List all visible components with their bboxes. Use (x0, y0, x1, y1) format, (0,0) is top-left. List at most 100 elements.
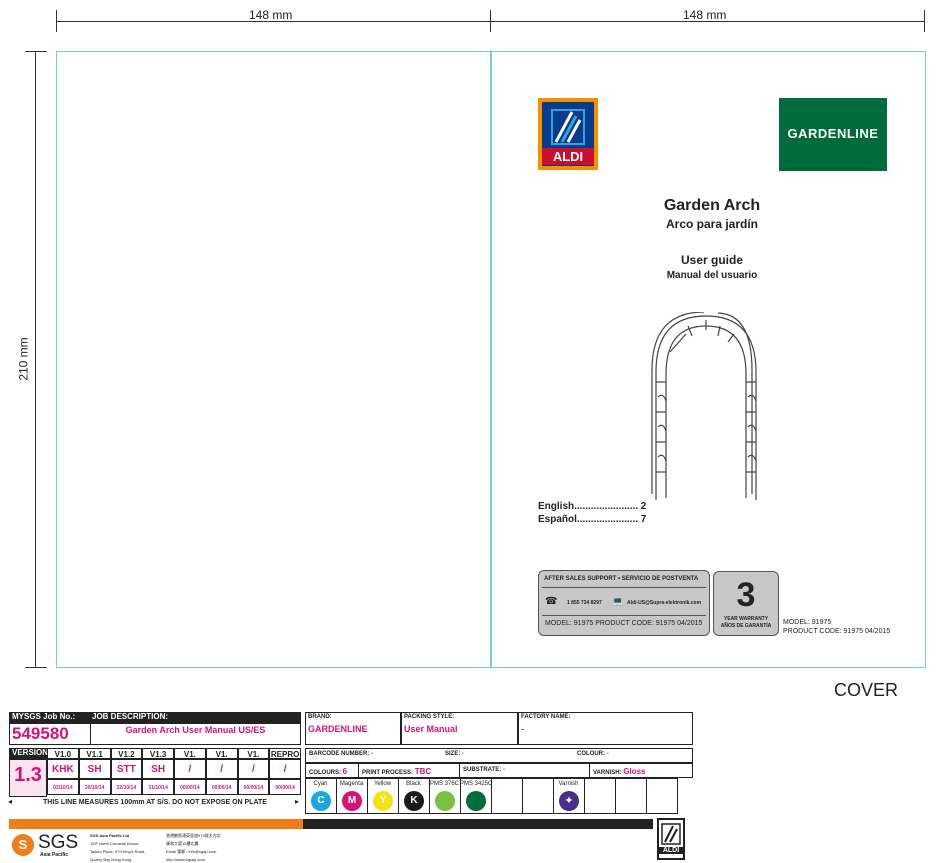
ink-name: Black (406, 781, 421, 787)
version-initials-text: SH (151, 764, 166, 775)
substrate-field: SUBSTRATE: - (463, 767, 505, 773)
toc-english[interactable]: English....................... 2 (538, 501, 646, 512)
version-initials: / (237, 759, 270, 779)
version-initials-text: STT (116, 764, 136, 775)
warranty-badge: 3 YEAR WARRANTY AÑOS DE GARANTÍA (713, 571, 779, 636)
version-date: 00/00/14 (205, 779, 238, 795)
version-initials: SH (142, 759, 174, 779)
barcode-field: BARCODE NUMBER: - (309, 751, 374, 757)
aldi-logo-text: ALDI (542, 148, 594, 165)
ink-swatch: Y (373, 791, 393, 811)
version-initials-text: / (188, 764, 192, 775)
version-initials: SH (78, 759, 111, 779)
packing-value: User Manual (404, 724, 458, 734)
support-email: Aldi-US@Supra-elektronik.com (627, 600, 702, 606)
version-initials-text: / (220, 764, 224, 775)
title-es: Arco para jardín (665, 217, 759, 231)
version-date: 22/10/14 (110, 779, 143, 795)
version-name: V1.3 (142, 748, 174, 759)
ink-swatch: C (311, 791, 331, 811)
colour-field: COLOUR: - (577, 751, 609, 757)
model-line: MODEL: 91975 (783, 619, 832, 626)
dimension-tick (25, 51, 47, 52)
version-date-text: 31/10/14 (148, 784, 168, 791)
ink-letter: K (410, 795, 418, 806)
guide-en: User guide (680, 253, 743, 267)
support-phone: 1 855 734 8297 (567, 600, 602, 606)
aldi-small-logo: ALDI (657, 818, 685, 860)
version-date-text: 00/00/14 (275, 784, 295, 791)
version-initials: / (174, 759, 206, 779)
job-no-value: 549580 (12, 724, 69, 743)
ink-name: PMS 3425C (460, 781, 493, 787)
version-initials-text: KHK (52, 764, 74, 775)
ink-cell (491, 778, 523, 814)
version-initials-text: SH (87, 764, 102, 775)
gardenline-logo: GARDENLINE (779, 98, 887, 171)
version-date-text: 00/00/14 (211, 784, 232, 791)
version-name: V1.2 (110, 748, 143, 759)
ink-cell (584, 778, 616, 814)
version-name: REPRO (269, 748, 301, 759)
version-name: V1.0 (47, 748, 79, 759)
ink-swatch: K (404, 791, 424, 811)
after-sales-support-box: AFTER SALES SUPPORT • SERVICIO DE POSTVE… (538, 570, 710, 636)
brand-label: BRAND: (308, 714, 332, 720)
toc-espanol[interactable]: Español...................... 7 (538, 514, 646, 525)
version-initials: / (205, 759, 238, 779)
version-date: 20/10/14 (78, 779, 111, 795)
version-initials: KHK (47, 759, 79, 779)
varnish-field: VARNISH: Gloss (593, 767, 646, 776)
version-date: 03/10/14 (47, 779, 79, 795)
warranty-en: YEAR WARRANTY (723, 616, 769, 622)
version-date: 31/10/14 (142, 779, 174, 795)
measure-arrow-right: ▸ (295, 797, 300, 806)
support-footer: MODEL: 91975 PRODUCT CODE: 91975 04/2015 (545, 620, 703, 627)
guide-es: Manual del usuario (666, 270, 758, 281)
version-initials: / (269, 759, 301, 779)
version-name-text: V1. (183, 749, 196, 759)
product-code-line: PRODUCT CODE: 91975 04/2015 (783, 628, 891, 635)
varnish-ink-name: Varnish (558, 781, 579, 787)
dimension-width-right: 148 mm (683, 8, 727, 22)
colours-field: COLOURS: 6 (309, 767, 348, 776)
version-date-text: 20/10/14 (84, 784, 105, 791)
ink-swatch (435, 791, 455, 811)
ink-letter: Y (379, 795, 387, 806)
ink-cell (615, 778, 647, 814)
measure-note: THIS LINE MEASURES 100mm AT S/S. DO NOT … (9, 799, 301, 806)
version-initials-text: / (251, 764, 255, 775)
ink-name: Yellow (373, 781, 392, 787)
colour-bar-orange (9, 819, 303, 829)
title-en: Garden Arch (663, 197, 761, 214)
sparkle-icon: ✦ (564, 795, 574, 807)
sgs-logo-icon: S (12, 834, 34, 856)
sgs-chinese-line: 香港鰂魚涌英皇道979號太古坊 (166, 833, 221, 838)
print-process-field: PRINT PROCESS: TBC (362, 767, 432, 776)
version-date-text: 00/00/14 (243, 784, 264, 791)
sgs-sub: Asia Pacific (40, 852, 69, 858)
sgs-address-line: 15/F North Cornwall House, (90, 841, 140, 846)
version-name: V1. (174, 748, 206, 759)
sgs-address-line: Taikoo Place, 979 King's Road, (90, 849, 146, 854)
ink-letter: C (317, 795, 325, 806)
ink-name: Magenta (339, 781, 364, 787)
version-date: 00/00/14 (174, 779, 206, 795)
support-header: AFTER SALES SUPPORT • SERVICIO DE POSTVE… (544, 576, 699, 582)
version-name-text: V1.0 (54, 749, 72, 759)
warranty-es: AÑOS DE GARANTÍA (720, 623, 772, 629)
version-name: V1.1 (78, 748, 111, 759)
ink-swatch: M (342, 791, 362, 811)
version-initials-text: / (283, 764, 287, 775)
aldi-small-text: ALDI (659, 847, 683, 854)
job-desc-header: JOB DESCRIPTION: (89, 712, 301, 723)
ink-cell (522, 778, 554, 814)
dimension-line-left (35, 51, 36, 667)
version-name-text: V1.2 (118, 749, 135, 759)
ink-letter: M (347, 795, 357, 806)
garden-arch-illustration (651, 312, 757, 500)
version-value: 1.3 (14, 764, 42, 786)
dimension-tick (490, 10, 491, 32)
version-date: 00/00/14 (269, 779, 301, 795)
job-no-header: MYSGS Job No.: (9, 712, 89, 723)
